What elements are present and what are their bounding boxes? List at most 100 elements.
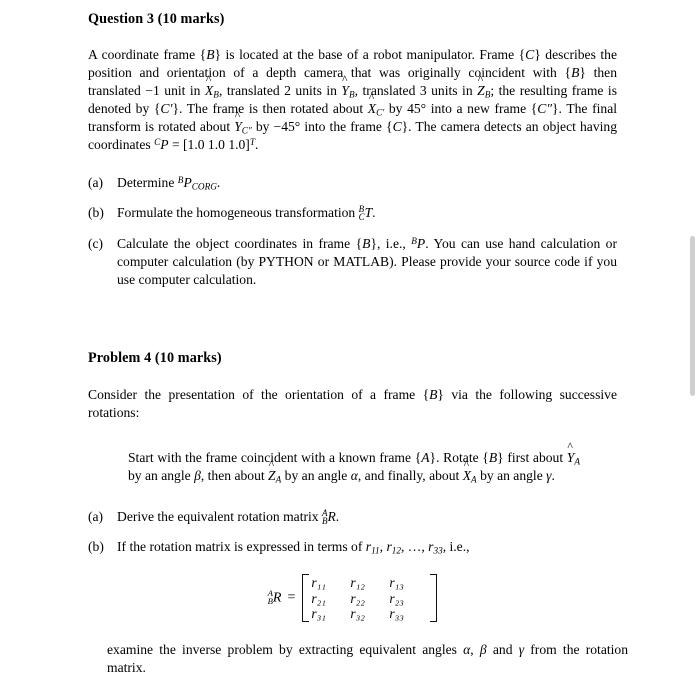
question-3-item-b: (b) Formulate the homogeneous transforma… [88, 204, 617, 222]
hat-accent-icon: ^ [567, 440, 573, 453]
closing-beta-symbol: β [479, 641, 487, 657]
item-a-tail: . [216, 175, 221, 191]
item-b-tail: . [372, 205, 376, 221]
q3-text-k: by −45° into the frame { [251, 119, 393, 135]
matrix-cell-r32: r₃₂ [350, 605, 365, 621]
question-3-subitems: (a) Determine BPCORG. (b) Formulate the … [88, 174, 617, 288]
z-hat-b-symbol: ^ Z [477, 74, 485, 100]
matrix-cell-r13: r₁₃ [389, 575, 404, 591]
quote-text-i: . [551, 467, 555, 483]
item-marker-c: (c) [88, 235, 104, 251]
quote-y-axis-subscript: A [574, 456, 580, 467]
document-content: Question 3 (10 marks) A coordinate frame… [88, 0, 628, 677]
equation-left-side: ABR [268, 589, 282, 606]
r11-subscript: 11 [371, 545, 380, 556]
quote-text-h: by an angle [476, 467, 547, 483]
q3-text-b: } is located at the base of a robot mani… [214, 46, 526, 62]
matrix-row: r₁₁ r₁₂ r₁₃ [311, 575, 428, 590]
p4-item-marker-a: (a) [88, 509, 104, 525]
x-hat-b-symbol: ^ X [205, 74, 213, 100]
matrix-cell-r31: r₃₁ [311, 605, 326, 621]
item-a-symbol: P [183, 175, 192, 191]
r12-subscript: 12 [391, 545, 401, 556]
matrix-row: r₂₁ r₂₂ r₂₃ [311, 591, 428, 606]
x-hat-cprime-symbol: ^ X [368, 92, 376, 118]
r33-subscript: 33 [433, 545, 443, 556]
question-3-item-c: (c) Calculate the object coordinates in … [88, 235, 617, 289]
problem-4-heading: Problem 4 (10 marks) [88, 349, 222, 366]
item-c-lead: Calculate the object coordinates in fram… [117, 235, 363, 251]
alpha-symbol: α [350, 467, 358, 483]
frame-b-label: B [206, 46, 215, 62]
p4-item-b-comma-2: , …, [400, 539, 429, 555]
item-c-text: Calculate the object coordinates in fram… [117, 235, 617, 289]
q3-text-h: }. The frame is then rotated about [172, 101, 368, 117]
hat-accent-icon: ^ [234, 109, 241, 123]
hat-accent-icon: ^ [477, 73, 484, 87]
p4-intro-lead: Consider the presentation of the orienta… [88, 386, 430, 402]
q3-text-i: by 45° into a new frame { [384, 101, 538, 117]
matrix-right-bracket [430, 574, 438, 622]
quote-frame-a-label: A [421, 449, 430, 465]
frame-c-dprime-label: C″ [537, 101, 553, 117]
rotation-matrix-equation: ABR = r₁₁ r₁₂ r₁₃ r₂₁ r₂₂ r₂₃ r₃₁ r₃₂ r₃… [88, 574, 617, 622]
matrix-cell-r23: r₂₃ [389, 590, 404, 606]
item-marker-a: (a) [88, 175, 104, 191]
matrix-cell-r33: r₃₃ [389, 605, 404, 621]
closing-text-a: examine the inverse problem by extractin… [107, 641, 464, 657]
item-b-text: Formulate the homogeneous transformation… [117, 204, 617, 222]
p4-item-b-text: If the rotation matrix is expressed in t… [117, 538, 617, 556]
closing-alpha-symbol: α [463, 641, 471, 657]
hat-accent-icon: ^ [205, 73, 212, 87]
quote-text-b: }. Rotate { [429, 449, 489, 465]
problem-4-item-a: (a) Derive the equivalent rotation matri… [88, 508, 617, 526]
y-hat-a-symbol: ^ Y [567, 441, 575, 467]
quote-text-c: } first about [497, 449, 567, 465]
problem-4-closing: examine the inverse problem by extractin… [107, 641, 628, 677]
y-hat-cdprime-symbol: ^ Y [234, 110, 242, 136]
hat-accent-icon: ^ [463, 458, 470, 472]
p4-item-a-text: Derive the equivalent rotation matrix AB… [117, 508, 617, 526]
x-hat-a-symbol: ^ X [463, 459, 471, 485]
scrollbar-track[interactable] [686, 0, 700, 641]
hat-accent-icon: ^ [342, 73, 348, 87]
question-3-body: A coordinate frame {B} is located at the… [88, 46, 617, 155]
q3-text-m: = [1.0 1.0 1.0] [168, 137, 250, 153]
beta-symbol: β [194, 467, 201, 483]
hat-accent-icon: ^ [368, 91, 375, 105]
document-page: Question 3 (10 marks) A coordinate frame… [0, 0, 700, 675]
hat-accent-icon: ^ [268, 458, 275, 472]
q3-text-n: . [254, 137, 259, 153]
closing-text-c: and [486, 641, 519, 657]
scrollbar-thumb[interactable] [690, 236, 695, 396]
item-marker-b: (b) [88, 205, 104, 221]
p4-item-b-tail: , i.e., [442, 539, 470, 555]
matrix-cell-r21: r₂₁ [311, 590, 326, 606]
problem-4-subitems: (a) Derive the equivalent rotation matri… [88, 508, 617, 556]
equation-r-symbol: R [272, 590, 282, 606]
question-3-heading: Question 3 (10 marks) [88, 11, 225, 27]
quote-text-d: by an angle [128, 467, 195, 483]
matrix-cell-r12: r₁₂ [350, 575, 365, 591]
q3-text-e: , translated 2 units in [218, 82, 342, 98]
item-b-lead: Formulate the homogeneous transformation [117, 205, 359, 221]
matrix-cell-r22: r₂₂ [350, 590, 365, 606]
z-hat-a-symbol: ^ Z [268, 459, 276, 485]
problem-4-item-b: (b) If the rotation matrix is expressed … [88, 538, 617, 556]
item-a-subscript: CORG [191, 181, 217, 192]
equals-sign: = [287, 590, 296, 606]
frame-c-label-2: C [392, 119, 402, 135]
p4-item-marker-b: (b) [88, 539, 104, 555]
problem-4-rotation-description: Start with the frame coincident with a k… [128, 441, 580, 485]
quote-text-e: , then about [200, 467, 269, 483]
y-axis-subscript-2: C″ [241, 125, 252, 136]
p4-item-b-lead: If the rotation matrix is expressed in t… [117, 539, 366, 555]
item-c-mid: }, i.e., [370, 235, 412, 251]
item-a-lead: Determine [117, 175, 178, 191]
closing-text-b: , [470, 641, 480, 657]
matrix-3x3: r₁₁ r₁₂ r₁₃ r₂₁ r₂₂ r₂₃ r₃₁ r₃₂ r₃₃ [302, 574, 438, 622]
matrix-row: r₃₁ r₃₂ r₃₃ [311, 606, 428, 621]
quote-frame-b-label: B [488, 449, 498, 465]
frame-c-prime-label: C′ [160, 101, 173, 117]
matrix-cell-r11: r₁₁ [311, 575, 326, 591]
